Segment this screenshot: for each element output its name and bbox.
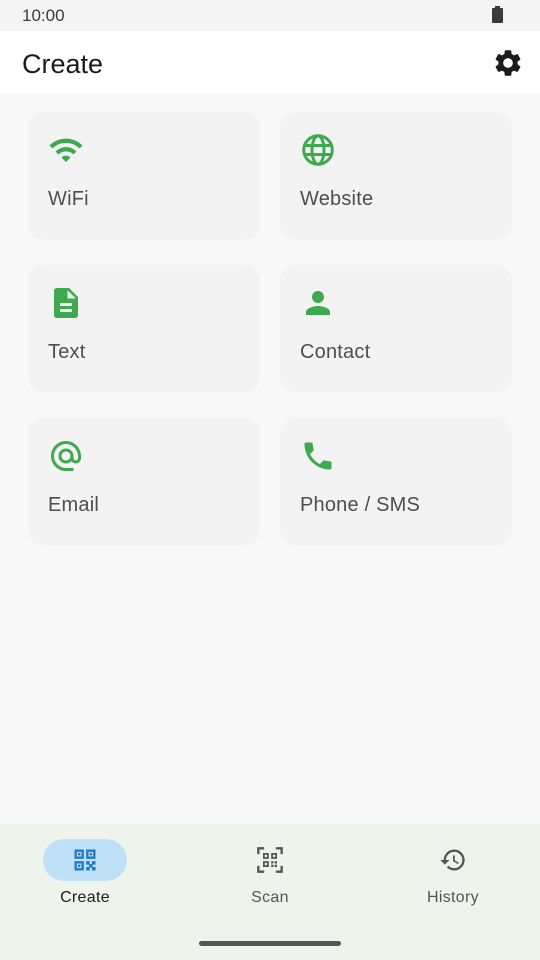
- globe-icon: [302, 134, 334, 166]
- qr-scan-icon: [257, 847, 283, 873]
- nav-label: Scan: [251, 889, 289, 906]
- gesture-handle[interactable]: [199, 941, 341, 946]
- document-icon: [54, 288, 78, 318]
- card-label: Contact: [300, 341, 371, 363]
- status-bar: 10:00: [0, 0, 540, 31]
- card-wifi[interactable]: WiFi: [28, 112, 260, 240]
- card-website[interactable]: Website: [280, 112, 512, 240]
- card-text[interactable]: Text: [28, 265, 260, 393]
- card-label: WiFi: [48, 188, 89, 210]
- nav-item-scan[interactable]: Scan: [185, 838, 355, 918]
- bottom-navigation: Create Scan History: [0, 824, 540, 960]
- page-title: Create: [22, 49, 104, 79]
- card-label: Phone / SMS: [300, 494, 421, 516]
- gear-icon[interactable]: [492, 47, 524, 79]
- card-label: Text: [48, 341, 86, 363]
- qr-code-icon: [74, 849, 96, 871]
- battery-icon: [492, 6, 503, 23]
- card-phone-sms[interactable]: Phone / SMS: [280, 418, 512, 546]
- create-grid: WiFi Website Text Contact Email Phone / …: [0, 94, 540, 824]
- nav-label: History: [427, 889, 479, 906]
- card-contact[interactable]: Contact: [280, 265, 512, 393]
- status-time: 10:00: [22, 6, 65, 25]
- person-icon: [306, 291, 330, 315]
- nav-label: Create: [60, 889, 110, 906]
- card-label: Email: [48, 494, 100, 516]
- app-bar: Create: [0, 31, 540, 94]
- card-label: Website: [300, 188, 374, 210]
- wifi-icon: [49, 138, 83, 162]
- phone-icon: [304, 442, 332, 470]
- at-sign-icon: [51, 441, 81, 471]
- history-icon: [440, 849, 465, 871]
- nav-item-history[interactable]: History: [368, 838, 538, 918]
- card-email[interactable]: Email: [28, 418, 260, 546]
- nav-item-create[interactable]: Create: [0, 838, 170, 918]
